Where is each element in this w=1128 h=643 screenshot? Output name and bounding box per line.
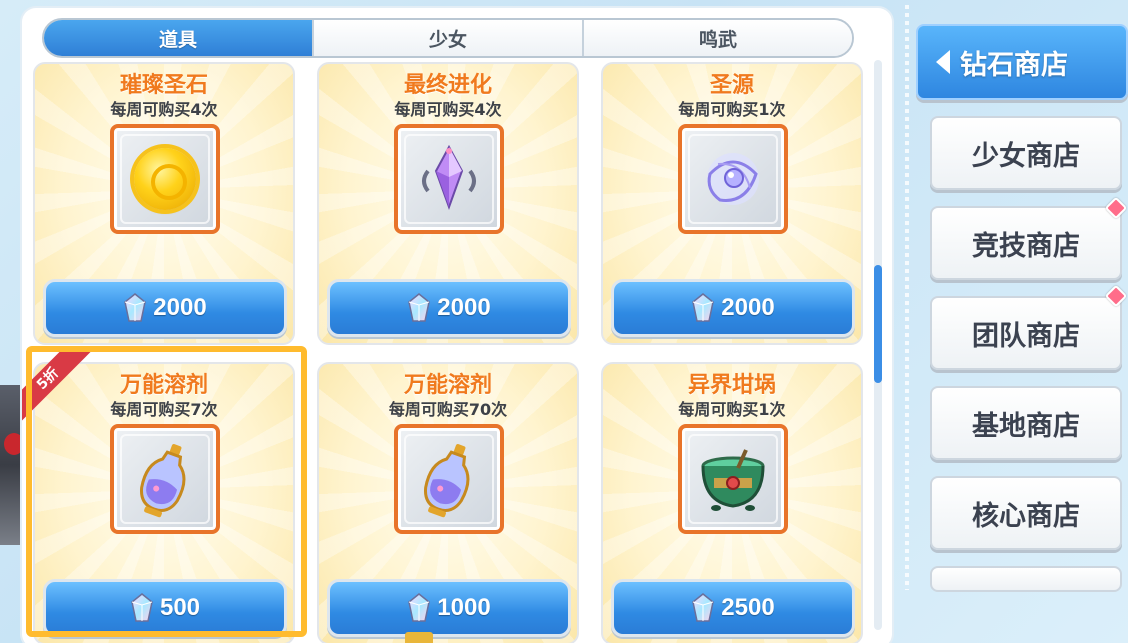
category-tabs: 道具 少女 鸣武 (42, 18, 854, 58)
spirit-orb-icon (707, 153, 759, 205)
item-purchase-limit: 每周可购买4次 (110, 100, 218, 119)
sidebar-item-label: 核心商店 (972, 500, 1080, 532)
item-icon-frame (110, 424, 220, 534)
item-price: 2000 (437, 294, 491, 321)
sidebar-item-team-shop[interactable]: 团队商店 (930, 296, 1122, 370)
shop-item-card[interactable]: 最终进化 每周可购买4次 2000 (317, 62, 579, 345)
item-icon-frame (678, 124, 788, 234)
gem-icon (131, 593, 153, 622)
sidebar-item-label: 团队商店 (972, 320, 1080, 352)
cauldron-icon (701, 449, 765, 511)
sidebar-item-partial[interactable] (930, 566, 1122, 592)
bottom-indicator (405, 632, 433, 643)
item-name: 璀璨圣石 (119, 73, 208, 98)
shop-item-card[interactable]: 万能溶剂 每周可购买70次 1000 (317, 362, 579, 643)
item-price: 500 (159, 594, 201, 621)
item-purchase-limit: 每周可购买1次 (678, 400, 786, 419)
gem-icon (124, 293, 147, 322)
buy-button[interactable]: 2000 (611, 279, 855, 337)
sidebar-item-base-shop[interactable]: 基地商店 (930, 386, 1122, 460)
shop-item-card[interactable]: 异界坩埚 每周可购买1次 2500 (601, 362, 863, 643)
item-icon-frame (678, 424, 788, 534)
shop-item-card[interactable]: 璀璨圣石 每周可购买4次 2000 (33, 62, 295, 345)
sidebar-item-label: 竞技商店 (972, 230, 1080, 262)
potion-bottle-icon (139, 444, 186, 518)
item-price: 1000 (437, 594, 491, 621)
sidebar-divider (905, 5, 909, 590)
gem-icon (408, 593, 431, 622)
gold-orb-icon (134, 148, 196, 210)
item-purchase-limit: 每周可购买4次 (394, 100, 502, 119)
item-name: 异界坩埚 (687, 373, 776, 398)
buy-button[interactable]: 500 (43, 579, 287, 637)
tab-weapons[interactable]: 鸣武 (584, 20, 852, 56)
item-purchase-limit: 每周可购买7次 (110, 400, 218, 419)
tab-items[interactable]: 道具 (44, 20, 314, 56)
buy-button[interactable]: 1000 (327, 579, 571, 637)
item-purchase-limit: 每周可购买70次 (388, 400, 508, 419)
sidebar-item-core-shop[interactable]: 核心商店 (930, 476, 1122, 550)
item-icon-frame (110, 124, 220, 234)
gem-icon (692, 593, 715, 622)
item-icon-frame (394, 124, 504, 234)
item-price: 2000 (153, 294, 207, 321)
shop-item-card[interactable]: 万能溶剂 每周可购买7次 500 (33, 362, 295, 643)
sidebar-item-arena-shop[interactable]: 竞技商店 (930, 206, 1122, 280)
sidebar-item-diamond-shop[interactable]: 钻石商店 (916, 24, 1128, 100)
potion-bottle-icon (423, 444, 470, 518)
gem-icon (692, 293, 715, 322)
item-icon-frame (394, 424, 504, 534)
tab-girls[interactable]: 少女 (314, 20, 584, 56)
item-price: 2000 (721, 294, 775, 321)
item-price: 2500 (721, 594, 775, 621)
purple-crystal-icon (422, 144, 476, 210)
item-name: 万能溶剂 (403, 373, 492, 398)
back-arrow-icon (936, 50, 950, 74)
item-name: 万能溶剂 (119, 373, 208, 398)
sidebar-item-label: 基地商店 (972, 410, 1080, 442)
gem-icon (408, 293, 431, 322)
item-name: 最终进化 (403, 73, 492, 98)
item-purchase-limit: 每周可购买1次 (678, 100, 786, 119)
sidebar-item-label: 钻石商店 (960, 49, 1068, 81)
sidebar-item-girl-shop[interactable]: 少女商店 (930, 116, 1122, 190)
buy-button[interactable]: 2000 (43, 279, 287, 337)
buy-button[interactable]: 2500 (611, 579, 855, 637)
buy-button[interactable]: 2000 (327, 279, 571, 337)
item-name: 圣源 (709, 73, 754, 98)
sidebar-item-label: 少女商店 (972, 140, 1080, 172)
scrollbar-thumb[interactable] (874, 265, 882, 383)
shop-item-card[interactable]: 圣源 每周可购买1次 2000 (601, 62, 863, 345)
